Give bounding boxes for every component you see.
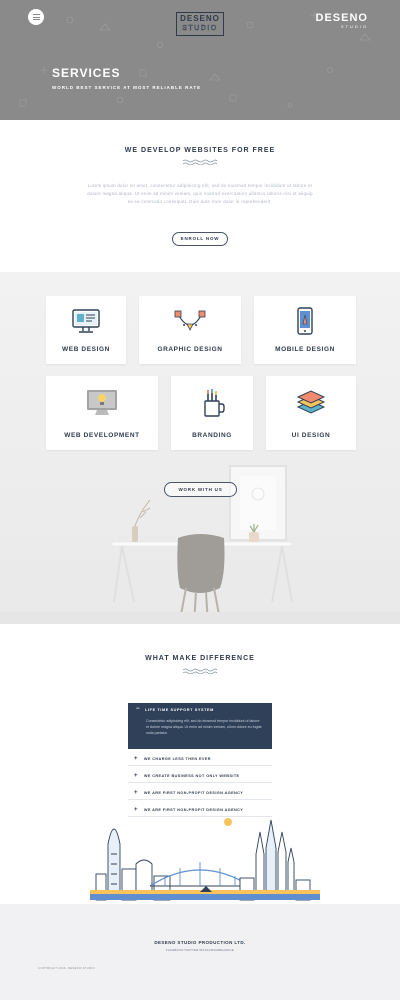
service-label: GRAPHIC DESIGN <box>157 346 223 353</box>
footer <box>0 904 400 1000</box>
accordion-item[interactable]: + WE CREATE BUSINESS NOT ONLY WEBSITE <box>128 770 272 783</box>
menu-bar <box>32 14 40 15</box>
footer-logo-name: DESENO <box>180 14 220 23</box>
difference-title: WHAT MAKE DIFFERENCE <box>145 655 255 662</box>
bezier-pen-icon <box>174 310 206 331</box>
service-card-ui-design[interactable]: UI DESIGN <box>266 376 356 450</box>
brand-logo[interactable]: DESENO STUDIO <box>316 12 368 29</box>
plus-icon: + <box>134 772 138 779</box>
service-card-branding[interactable]: BRANDING <box>171 376 253 450</box>
service-card-web-development[interactable]: WEB DEVELOPMENT <box>46 376 158 450</box>
service-label: UI DESIGN <box>291 432 331 439</box>
desktop-bulb-icon <box>87 390 117 415</box>
brand-sub: STUDIO <box>340 24 368 29</box>
accordion-item[interactable]: + WE ARE FIRST NON-PROFIT DESIGN AGENCY <box>128 787 272 800</box>
plus-icon: + <box>134 755 138 762</box>
copyright: COPYRIGHT 2016. DESENO STUDIO <box>38 966 95 970</box>
social-link-instagram[interactable]: INSTAGRAM <box>199 948 218 952</box>
squiggle-divider <box>182 668 218 674</box>
plus-icon: + <box>134 806 138 813</box>
service-label: WEB DESIGN <box>62 346 110 353</box>
social-link-behance[interactable]: BEHANCE <box>218 948 234 952</box>
menu-bar <box>32 19 40 20</box>
menu-bar <box>32 16 40 18</box>
accordion-title: WE CREATE BUSINESS NOT ONLY WEBSITE <box>143 774 240 778</box>
plus-icon: + <box>134 789 138 796</box>
footer-company: DESENO STUDIO PRODUCTION LTD. <box>154 940 246 945</box>
accordion-title: LIFE TIME SUPPORT SYSTEM <box>145 707 214 712</box>
page-title: SERVICES <box>52 66 121 80</box>
service-label: WEB DEVELOPMENT <box>64 432 140 439</box>
smartphone-icon <box>297 307 313 335</box>
footer-logo[interactable]: DESENO STUDIO <box>176 12 224 36</box>
services-section: WEB DESIGN GRAPHIC DESIGN MOBILE DESIGN <box>0 272 400 624</box>
page-subtitle: WORLD BEST SERVICE AT MOST RELIABLE RATE <box>52 85 202 90</box>
service-label: MOBILE DESIGN <box>275 346 335 353</box>
service-card-mobile-design[interactable]: MOBILE DESIGN <box>254 296 356 364</box>
footer-social-links: FACEBOOK TWITTER INSTAGRAM BEHANCE <box>166 948 234 952</box>
social-link-twitter[interactable]: TWITTER <box>184 948 199 952</box>
accordion-item[interactable]: + WE CHARGE LESS THEN EVER <box>128 753 272 766</box>
menu-button[interactable] <box>28 9 44 25</box>
squiggle-divider <box>182 159 218 165</box>
intro-text: Lorem ipsum dolor sit amet, consectetur … <box>87 183 313 204</box>
city-skyline-illustration <box>90 818 320 901</box>
accordion-title: WE ARE FIRST NON-PROFIT DESIGN AGENCY <box>143 791 244 795</box>
layers-icon <box>296 390 326 414</box>
minus-icon: − <box>136 706 141 712</box>
monitor-icon <box>72 309 100 333</box>
intro-title: WE DEVELOP WEBSITES FOR FREE <box>124 147 276 154</box>
brand-name: DESENO <box>315 12 368 24</box>
accordion-body: Consectetur adipisicing elit, sed do eiu… <box>146 719 262 735</box>
accordion-title: WE ARE FIRST NON-PROFIT DESIGN AGENCY <box>143 808 244 812</box>
service-card-web-design[interactable]: WEB DESIGN <box>46 296 126 364</box>
accordion-header[interactable]: − LIFE TIME SUPPORT SYSTEM <box>136 706 214 712</box>
accordion-item-open[interactable]: − LIFE TIME SUPPORT SYSTEM Consectetur a… <box>128 703 272 749</box>
enroll-now-button[interactable]: ENROLL NOW <box>172 232 228 246</box>
footer-logo-sub: STUDIO <box>182 25 218 33</box>
pen-mug-icon <box>204 389 225 417</box>
service-card-graphic-design[interactable]: GRAPHIC DESIGN <box>139 296 241 364</box>
social-link-facebook[interactable]: FACEBOOK <box>166 948 184 952</box>
service-label: BRANDING <box>192 432 232 439</box>
work-with-us-button[interactable]: WORK WITH US <box>164 482 237 497</box>
accordion-title: WE CHARGE LESS THEN EVER <box>143 757 211 761</box>
